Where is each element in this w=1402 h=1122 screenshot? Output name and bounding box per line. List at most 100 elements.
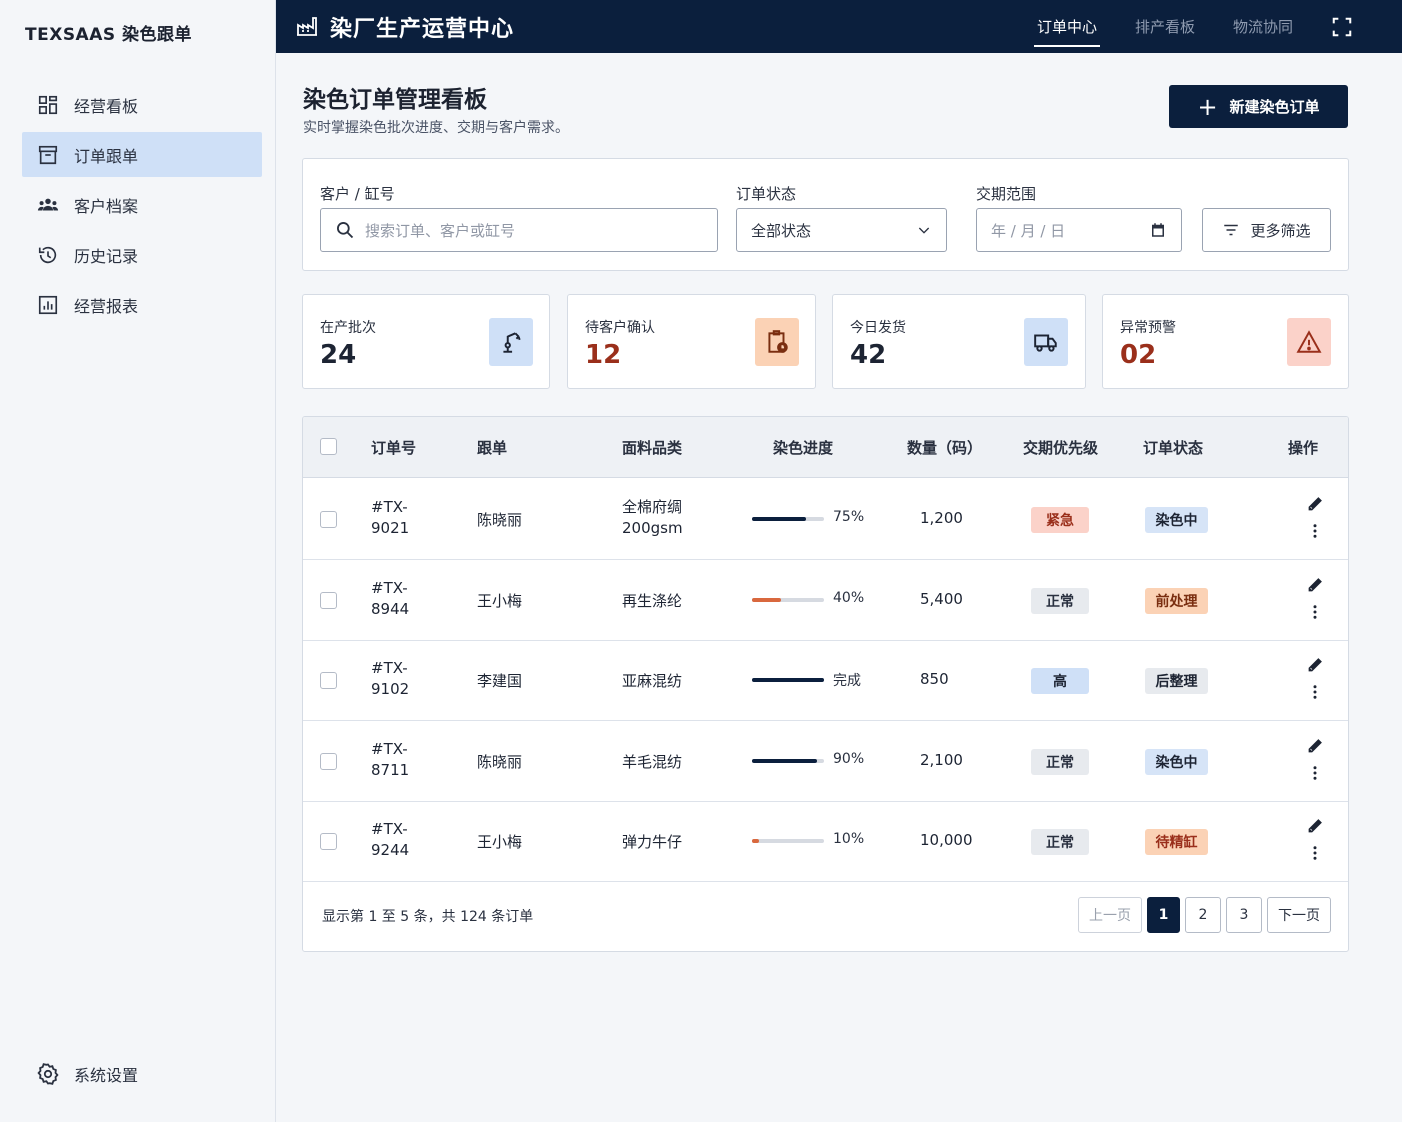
page-button-2[interactable]: 2 [1185, 897, 1221, 933]
tab-order-center[interactable]: 订单中心 [1033, 0, 1100, 53]
col-order-no: 订单号 [371, 439, 417, 457]
status-badge: 染色中 [1145, 507, 1208, 533]
gear-icon [37, 1063, 59, 1085]
priority-badge: 正常 [1031, 829, 1089, 855]
sidebar-item-reports[interactable]: 经营报表 [22, 282, 262, 327]
calendar-icon[interactable] [1149, 221, 1167, 239]
search-icon [337, 222, 354, 239]
edit-pencil-icon[interactable] [1306, 737, 1324, 755]
order-number-suffix: 8944 [371, 599, 410, 618]
dashboard-grid-icon [36, 93, 60, 117]
row-actions [1303, 737, 1327, 787]
col-status: 订单状态 [1143, 439, 1204, 457]
clipboard-clock-icon [755, 318, 799, 366]
fabric-type: 羊毛混纺 [622, 752, 683, 771]
prev-page-button[interactable]: 上一页 [1078, 897, 1142, 933]
stat-value: 02 [1120, 340, 1157, 370]
row-checkbox[interactable] [320, 833, 337, 850]
row-checkbox[interactable] [320, 511, 337, 528]
order-number[interactable]: #TX- 8711 [371, 739, 409, 781]
sidebar-item-customers[interactable]: 客户档案 [22, 182, 262, 227]
order-number-prefix: #TX- [371, 578, 408, 597]
page-title: 染色订单管理看板 [303, 87, 487, 113]
order-number[interactable]: #TX- 9021 [371, 497, 409, 539]
owner-name: 陈晓丽 [477, 511, 523, 529]
fabric-type: 再生涤纶 [622, 591, 683, 610]
pagination: 上一页 1 2 3 下一页 [1073, 897, 1331, 933]
more-vertical-icon[interactable] [1306, 844, 1324, 862]
more-filters-button[interactable]: 更多筛选 [1202, 208, 1331, 252]
page-button-3[interactable]: 3 [1226, 897, 1262, 933]
order-number[interactable]: #TX- 8944 [371, 578, 409, 620]
quantity: 5,400 [920, 589, 963, 608]
tab-scheduling-board[interactable]: 排产看板 [1135, 0, 1195, 53]
col-actions: 操作 [1288, 439, 1319, 457]
plus-icon: + [1197, 92, 1218, 121]
edit-pencil-icon[interactable] [1306, 656, 1324, 674]
fullscreen-icon[interactable] [1331, 16, 1353, 38]
order-number[interactable]: #TX- 9244 [371, 819, 409, 861]
progress-bar-fill [752, 678, 824, 682]
stat-value: 42 [850, 340, 887, 370]
sidebar: TEXSAAS 染色跟单 经营看板 订单跟单 客户档案 历史记录 经营报表 系统… [0, 0, 276, 1122]
progress-bar [752, 597, 824, 602]
order-number[interactable]: #TX- 9102 [371, 658, 409, 700]
row-actions [1303, 817, 1327, 867]
quantity: 1,200 [920, 509, 963, 527]
more-filters-label: 更多筛选 [1250, 221, 1311, 240]
table-row[interactable]: #TX- 9244 王小梅 弹力牛仔 10% 10,000 正常 待精缸 [303, 801, 1348, 882]
sidebar-item-history[interactable]: 历史记录 [22, 232, 262, 277]
sidebar-item-settings[interactable]: 系统设置 [36, 1062, 138, 1086]
sidebar-item-label: 经营报表 [74, 296, 139, 316]
owner-name: 陈晓丽 [477, 752, 523, 771]
page-button-1[interactable]: 1 [1147, 897, 1180, 933]
more-vertical-icon[interactable] [1306, 683, 1324, 701]
date-input[interactable]: 年 / 月 / 日 [976, 208, 1182, 252]
table-row[interactable]: #TX- 8944 王小梅 再生涤纶 40% 5,400 正常 前处理 [303, 560, 1348, 641]
new-order-label: 新建染色订单 [1229, 98, 1320, 116]
priority-badge: 正常 [1031, 587, 1089, 614]
table-row[interactable]: #TX- 9102 李建国 亚麻混纺 完成 850 高 后整理 [303, 640, 1348, 721]
row-actions [1303, 576, 1327, 626]
owner-name: 王小梅 [477, 591, 523, 610]
search-label: 客户 / 缸号 [320, 185, 395, 203]
filter-panel: 客户 / 缸号 搜索订单、客户或缸号 订单状态 全部状态 交期范围 年 / 月 … [302, 158, 1349, 271]
app-title: 染厂生产运营中心 [330, 17, 515, 42]
stat-label: 今日发货 [850, 320, 906, 336]
tab-logistics[interactable]: 物流协同 [1233, 0, 1293, 53]
more-vertical-icon[interactable] [1306, 603, 1324, 621]
sidebar-item-orders[interactable]: 订单跟单 [22, 132, 262, 177]
new-order-button[interactable]: + 新建染色订单 [1169, 85, 1348, 128]
edit-pencil-icon[interactable] [1306, 576, 1324, 594]
col-quantity: 数量（码） [907, 439, 983, 457]
status-select-value: 全部状态 [751, 221, 812, 240]
more-vertical-icon[interactable] [1306, 522, 1324, 540]
stat-label: 异常预警 [1120, 320, 1176, 336]
edit-pencil-icon[interactable] [1306, 817, 1324, 835]
sidebar-item-dashboard[interactable]: 经营看板 [22, 82, 262, 127]
order-number-suffix: 9102 [371, 680, 410, 698]
order-number-prefix: #TX- [371, 739, 408, 758]
fabric-name: 全棉府绸 [622, 498, 683, 516]
search-input[interactable]: 搜索订单、客户或缸号 [320, 208, 718, 252]
owner-name: 王小梅 [477, 833, 523, 851]
row-checkbox[interactable] [320, 752, 337, 770]
col-owner: 跟单 [477, 439, 508, 457]
row-checkbox[interactable] [320, 591, 337, 609]
progress-label: 40% [833, 589, 865, 606]
progress-bar [752, 678, 824, 682]
table-row[interactable]: #TX- 9021 陈晓丽 全棉府绸 200gsm 75% 1,200 紧急 染色中 [303, 479, 1348, 560]
page-subtitle: 实时掌握染色批次进度、交期与客户需求。 [303, 120, 569, 136]
edit-pencil-icon[interactable] [1306, 495, 1324, 513]
status-select[interactable]: 全部状态 [736, 208, 947, 252]
row-checkbox[interactable] [320, 672, 337, 689]
select-all-checkbox[interactable] [320, 438, 337, 455]
date-label: 交期范围 [976, 185, 1037, 203]
priority-badge: 紧急 [1031, 507, 1089, 533]
next-page-button[interactable]: 下一页 [1267, 897, 1331, 933]
table-row[interactable]: #TX- 8711 陈晓丽 羊毛混纺 90% 2,100 正常 染色中 [303, 721, 1348, 802]
progress-bar-fill [752, 758, 817, 763]
quantity: 850 [920, 670, 949, 688]
progress-label: 完成 [833, 673, 861, 689]
more-vertical-icon[interactable] [1306, 764, 1324, 782]
